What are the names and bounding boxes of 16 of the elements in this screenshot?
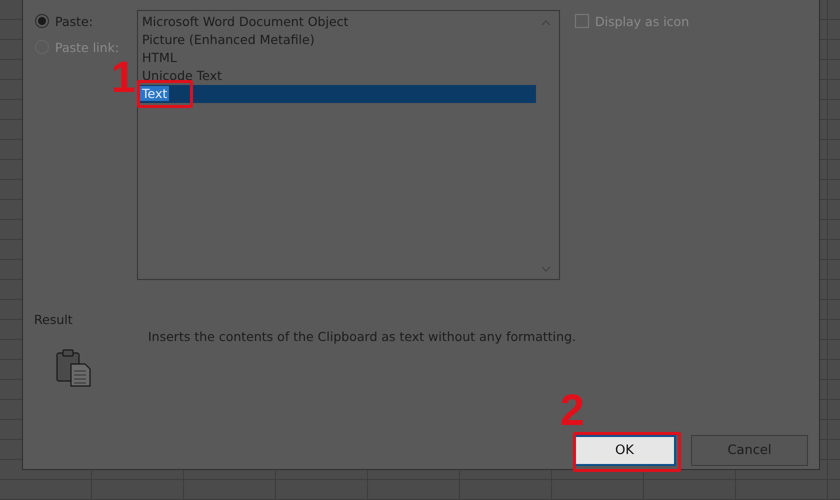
list-item[interactable]: Text [138,85,536,103]
format-listbox[interactable]: Microsoft Word Document Object Picture (Enhanced Metafile) HTML Unicode Text Text [137,10,560,280]
cancel-button[interactable]: Cancel [691,435,808,466]
highlight-frame [137,80,193,108]
radio-button[interactable] [35,14,49,28]
list-item[interactable]: Unicode Text [138,67,536,85]
list-item[interactable]: HTML [138,49,536,67]
clipboard-icon [56,349,92,387]
radio-label: Paste: [55,14,93,28]
result-heading: Result [34,312,73,327]
list-item[interactable]: Microsoft Word Document Object [138,13,536,31]
list-item[interactable]: Picture (Enhanced Metafile) [138,31,536,49]
step-number: 1 [111,56,136,100]
step-number: 2 [560,389,584,433]
ok-button[interactable]: OK [573,435,676,466]
result-description: Inserts the contents of the Clipboard as text without any formatting. [148,329,576,344]
